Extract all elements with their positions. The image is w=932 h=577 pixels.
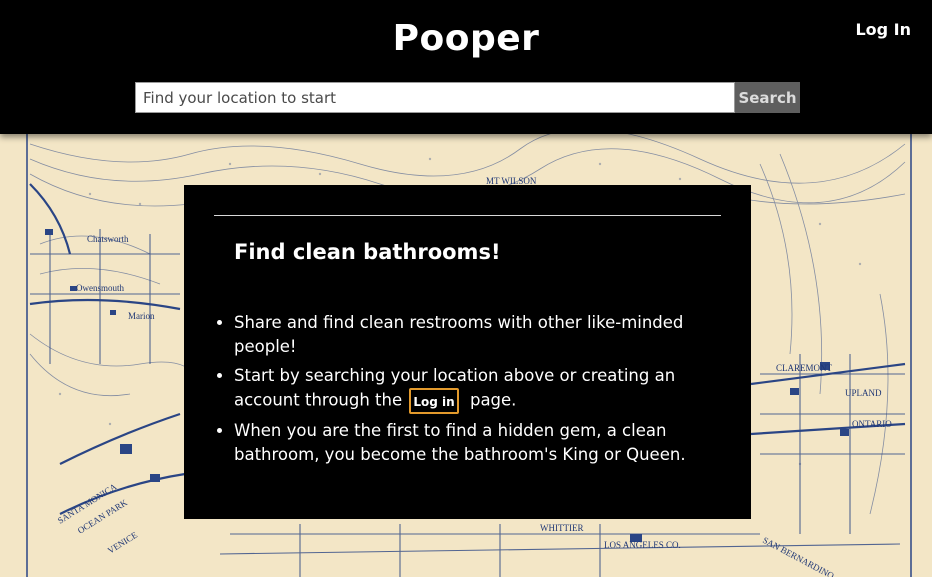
map-label: UPLAND — [845, 388, 882, 398]
login-link[interactable]: Log In — [855, 20, 911, 39]
map-label: Marion — [128, 311, 155, 321]
map-label: CLAREMONT — [776, 363, 833, 373]
list-item: When you are the first to find a hidden … — [234, 419, 704, 467]
top-navbar: Pooper Log In Search — [0, 0, 932, 134]
map-label: Chatsworth — [87, 234, 129, 244]
card-title: Find clean bathrooms! — [234, 240, 501, 264]
app-title: Pooper — [392, 18, 540, 59]
list-item-text: Share and find clean restrooms with othe… — [234, 313, 684, 356]
list-item-text: page. — [469, 390, 517, 410]
intro-card: Find clean bathrooms! Share and find cle… — [184, 185, 751, 519]
search-button[interactable]: Search — [735, 82, 800, 113]
card-divider — [214, 215, 721, 216]
map-label: WHITTIER — [540, 523, 583, 533]
map-label: LOS ANGELES CO. — [604, 540, 681, 550]
feature-list: Share and find clean restrooms with othe… — [234, 311, 704, 472]
login-inline-button[interactable]: Log in — [409, 388, 459, 414]
location-search-input[interactable] — [135, 82, 735, 113]
list-item-text: When you are the first to find a hidden … — [234, 421, 686, 464]
map-label: Owensmouth — [76, 283, 124, 293]
list-item: Share and find clean restrooms with othe… — [234, 311, 704, 359]
search-bar: Search — [135, 82, 800, 113]
list-item: Start by searching your location above o… — [234, 364, 704, 414]
map-label: ONTARIO — [852, 419, 892, 429]
